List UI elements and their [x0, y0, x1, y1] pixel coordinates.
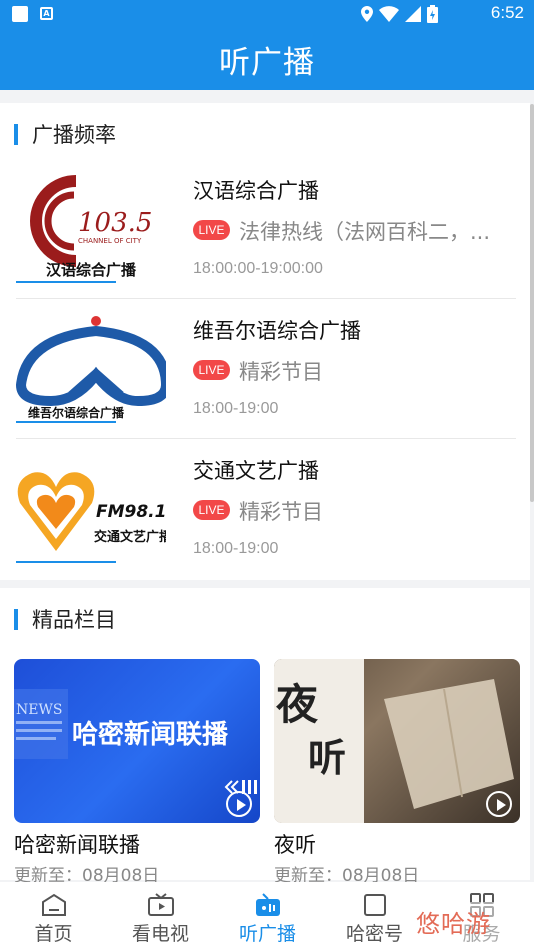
section-header: 精品栏目 — [14, 604, 116, 634]
live-badge: LIVE — [193, 360, 230, 380]
location-icon — [361, 6, 373, 22]
live-badge: LIVE — [193, 220, 230, 240]
radio-icon — [255, 893, 280, 916]
station-item[interactable]: 维吾尔语综合广播 维吾尔语综合广播 LIVE 精彩节目 18:00-19:00 — [0, 299, 530, 439]
battery-icon — [427, 5, 438, 23]
play-icon[interactable] — [486, 791, 512, 817]
current-program: 法律热线（法网百科二，... — [239, 220, 491, 244]
logo-caption: 交通文艺广播 — [94, 529, 166, 545]
program-time: 18:00-19:00 — [193, 540, 279, 557]
status-bar: A 6:52 — [0, 0, 534, 28]
program-time: 18:00:00-19:00:00 — [193, 260, 323, 277]
frequency-section: 广播频率 103.5 CHANNEL OF CITY 汉语综合广播 汉语综合广播… — [0, 103, 530, 580]
logo-caption: 维吾尔语综合广播 — [28, 405, 125, 420]
station-name: 汉语综合广播 — [193, 179, 319, 203]
section-accent-bar — [14, 608, 18, 630]
thumb-title-1: 夜 — [275, 680, 319, 729]
current-program: 精彩节目 — [239, 500, 323, 524]
station-item[interactable]: FM98.1 交通文艺广播 交通文艺广播 LIVE 精彩节目 18:00-19:… — [0, 439, 530, 579]
home-icon — [41, 893, 66, 916]
account-icon — [363, 894, 386, 916]
signal-icon — [405, 6, 421, 22]
news-graphic: NEWS 哈密新闻联播 — [14, 689, 257, 794]
tv-icon — [147, 893, 174, 916]
program-thumbnail[interactable]: NEWS 哈密新闻联播 — [14, 659, 260, 823]
tab-home[interactable]: 首页 — [0, 882, 107, 950]
status-icons — [361, 5, 438, 23]
page-title: 听广播 — [219, 45, 315, 81]
program-card[interactable]: NEWS 哈密新闻联播 哈密新闻联播 更新至：08月08日 — [14, 659, 260, 886]
thumb-title: 哈密新闻联播 — [72, 719, 229, 750]
app-header: 听广播 — [0, 28, 534, 90]
program-name: 哈密新闻联播 — [14, 833, 140, 857]
logo-freq: FM98.1 — [96, 502, 166, 522]
section-accent-bar — [14, 123, 18, 145]
station-logo-fm98-1: FM98.1 交通文艺广播 — [16, 472, 166, 563]
live-badge: LIVE — [193, 500, 230, 520]
program-card[interactable]: 夜 听 夜听 更新至：08月08日 — [274, 659, 520, 886]
watermark: 悠哈游 — [410, 902, 534, 946]
station-name: 交通文艺广播 — [193, 459, 319, 483]
logo-freq: 103.5 — [78, 208, 152, 238]
section-title: 精品栏目 — [32, 608, 116, 632]
tab-label: 听广播 — [238, 923, 296, 945]
section-title: 广播频率 — [32, 123, 116, 147]
section-header: 广播频率 — [14, 119, 116, 149]
play-icon[interactable] — [226, 791, 252, 817]
app-notification-icon: A — [40, 7, 53, 20]
thumb-tag: NEWS — [16, 702, 62, 718]
logo-caption: 汉语综合广播 — [46, 261, 137, 279]
station-name: 维吾尔语综合广播 — [193, 319, 361, 343]
scrollbar[interactable] — [530, 104, 534, 502]
tab-label: 看电视 — [131, 923, 189, 945]
program-thumbnail[interactable]: 夜 听 — [274, 659, 520, 823]
current-program: 精彩节目 — [239, 360, 323, 384]
status-time: 6:52 — [490, 3, 524, 22]
tab-label: 首页 — [34, 923, 73, 945]
program-name: 夜听 — [274, 833, 316, 857]
tab-radio[interactable]: 听广播 — [214, 882, 321, 950]
program-time: 18:00-19:00 — [193, 400, 279, 417]
tab-tv[interactable]: 看电视 — [107, 882, 214, 950]
station-logo-uyghur: 维吾尔语综合广播 — [16, 316, 166, 423]
thumb-title-2: 听 — [308, 735, 346, 780]
logo-sub: CHANNEL OF CITY — [78, 237, 142, 245]
notification-icon — [12, 6, 28, 22]
wifi-icon — [379, 6, 399, 22]
station-logo-103-5: 103.5 CHANNEL OF CITY 汉语综合广播 — [16, 175, 152, 283]
night-listen-graphic: 夜 听 — [274, 659, 514, 823]
station-item[interactable]: 103.5 CHANNEL OF CITY 汉语综合广播 汉语综合广播 LIVE… — [0, 159, 530, 299]
watermark-text: 悠哈游 — [416, 910, 491, 938]
